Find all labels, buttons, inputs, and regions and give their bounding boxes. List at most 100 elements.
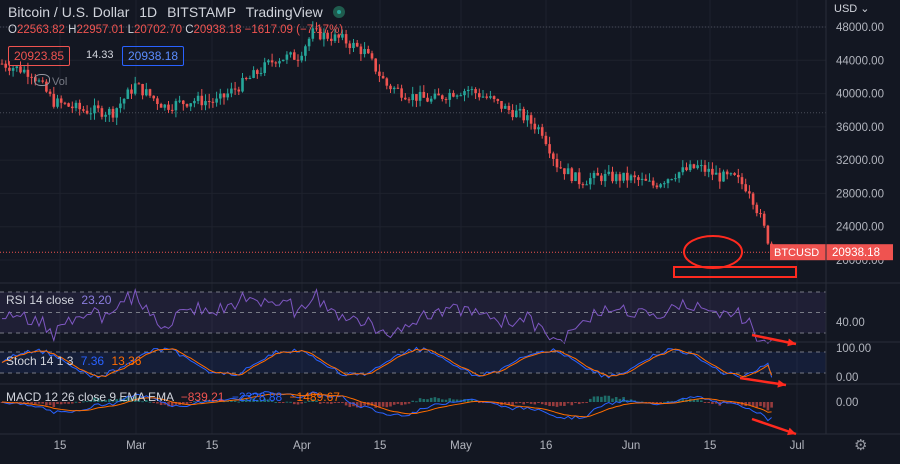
candle-body (492, 96, 496, 100)
y-tick-label: 44000.00 (836, 55, 884, 67)
candle (559, 161, 562, 169)
candle-body (48, 91, 52, 94)
candle-body (515, 110, 518, 118)
candle (596, 167, 599, 176)
candle-body (533, 123, 537, 130)
candle-body (674, 178, 677, 180)
candle (448, 88, 451, 107)
candle (640, 172, 644, 186)
candle (411, 86, 414, 107)
candle (174, 98, 178, 118)
stoch-axis-label: 0.00 (836, 372, 858, 384)
candle (577, 168, 581, 189)
macd-histogram-bar (707, 402, 710, 403)
candle-body (89, 113, 93, 115)
candle-body (270, 60, 274, 63)
candle (463, 88, 466, 102)
candle (748, 185, 751, 199)
candle (492, 95, 496, 103)
rsi-axis-label: 40.00 (836, 317, 865, 329)
candle (167, 101, 170, 113)
candle (182, 100, 185, 111)
candle-body (540, 127, 544, 136)
annotation-circle (683, 235, 743, 269)
candle-body (585, 184, 588, 186)
candle (82, 105, 85, 113)
candle-body (122, 98, 126, 104)
macd-histogram-bar (533, 402, 537, 405)
candle (389, 83, 392, 94)
candle (344, 29, 348, 48)
candle-body (703, 165, 707, 172)
candle-body (607, 171, 611, 174)
candle (415, 94, 418, 108)
candle (200, 89, 204, 111)
candle-body (629, 175, 633, 181)
candle-body (130, 89, 133, 94)
candle-body (762, 213, 766, 226)
rsi-value: 23.20 (81, 293, 112, 307)
macd-histogram-bar (700, 400, 703, 402)
macd-histogram-bar (392, 402, 396, 405)
currency-selector[interactable]: USD ⌄ (834, 2, 870, 15)
candle-body (152, 95, 155, 99)
candle-body (133, 83, 137, 94)
macd-histogram-bar (548, 402, 551, 407)
chart-header: Bitcoin / U.S. Dollar 1D BITSTAMP Tradin… (8, 4, 351, 20)
candle-body (481, 96, 485, 98)
candle-body (156, 98, 159, 104)
candle-body (474, 89, 477, 94)
macd-histogram-bar (429, 397, 433, 402)
macd-histogram-bar (415, 401, 418, 403)
candle-body (278, 61, 281, 64)
macd-histogram-bar (570, 402, 574, 406)
candle-body (344, 34, 348, 44)
candle-body (651, 180, 655, 186)
candle-body (0, 63, 4, 65)
candle (189, 103, 192, 112)
candle-body (725, 171, 729, 175)
x-tick-label: Jun (622, 440, 641, 452)
candle-body (637, 177, 640, 180)
candle-body (437, 93, 440, 96)
sell-price-box[interactable]: 20923.85 (8, 46, 71, 66)
macd-histogram-bar (422, 398, 426, 402)
candle (633, 171, 636, 184)
macd-histogram-bar (563, 402, 566, 407)
candle-body (411, 94, 414, 101)
candle (629, 173, 633, 183)
candle-body (252, 70, 255, 78)
macd-histogram-bar (581, 402, 585, 404)
candle (222, 93, 226, 105)
candle (766, 224, 770, 245)
gear-icon[interactable]: ⚙ (854, 436, 867, 454)
candle-body (659, 184, 662, 188)
candle-body (707, 168, 710, 172)
candle-body (211, 101, 215, 103)
candle (751, 192, 755, 210)
close-value: 20938.18 (193, 24, 242, 36)
candle-body (733, 173, 736, 175)
buy-price-box[interactable]: 20938.18 (122, 46, 185, 66)
candle-body (600, 175, 603, 182)
macd-histogram-bar (770, 402, 773, 408)
candle-body (374, 58, 377, 72)
candle (555, 153, 559, 173)
candle-body (111, 108, 115, 118)
eye-off-icon[interactable] (34, 74, 50, 86)
candle-body (126, 89, 130, 99)
candle-body (603, 173, 607, 182)
macd-histogram-bar (759, 402, 762, 407)
interval[interactable]: 1D (139, 4, 157, 20)
candle (566, 163, 570, 175)
candle-body (596, 172, 599, 176)
candle-body (22, 69, 26, 73)
candle (603, 169, 607, 187)
chevron-down-icon: ⌄ (860, 3, 870, 15)
macd-histogram-bar (540, 402, 544, 405)
symbol-name[interactable]: Bitcoin / U.S. Dollar (8, 4, 129, 20)
candle (429, 95, 433, 104)
x-tick-label: Mar (126, 440, 146, 452)
candle (307, 37, 311, 51)
candle (674, 173, 677, 182)
